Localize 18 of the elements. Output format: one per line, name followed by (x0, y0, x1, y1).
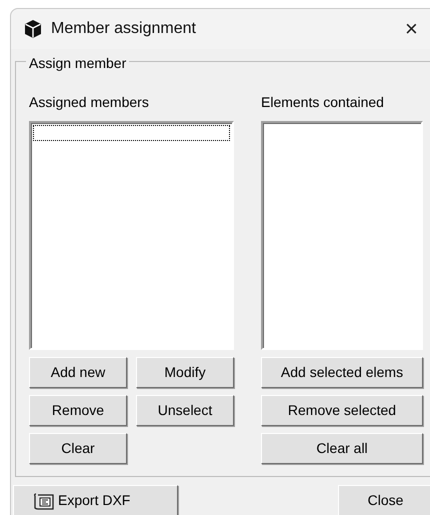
dialog-button[interactable]: Unselect (136, 395, 234, 426)
export-dxf-button[interactable]: Export DXF (13, 485, 178, 515)
blueprint-icon (34, 492, 54, 510)
elements-list[interactable] (261, 121, 423, 350)
list-label: Assigned members (29, 93, 150, 112)
window-title: Member assignment (51, 19, 196, 39)
assigned-members-list[interactable] (29, 121, 234, 350)
close-dialog-button[interactable]: Close (338, 485, 430, 515)
dialog-button[interactable]: Modify (136, 357, 234, 388)
dialog-button[interactable]: Clear (29, 433, 127, 464)
cube-icon (23, 19, 43, 39)
dialog-button[interactable]: Clear all (261, 433, 423, 464)
dialog-button[interactable]: Add selected elems (261, 357, 423, 388)
dialog-button[interactable]: Add new (29, 357, 127, 388)
list-label: Elements contained (261, 93, 385, 112)
close-button[interactable]: × (389, 17, 430, 41)
dialog-button[interactable]: Remove (29, 395, 127, 426)
dialog-button[interactable]: Remove selected (261, 395, 423, 426)
